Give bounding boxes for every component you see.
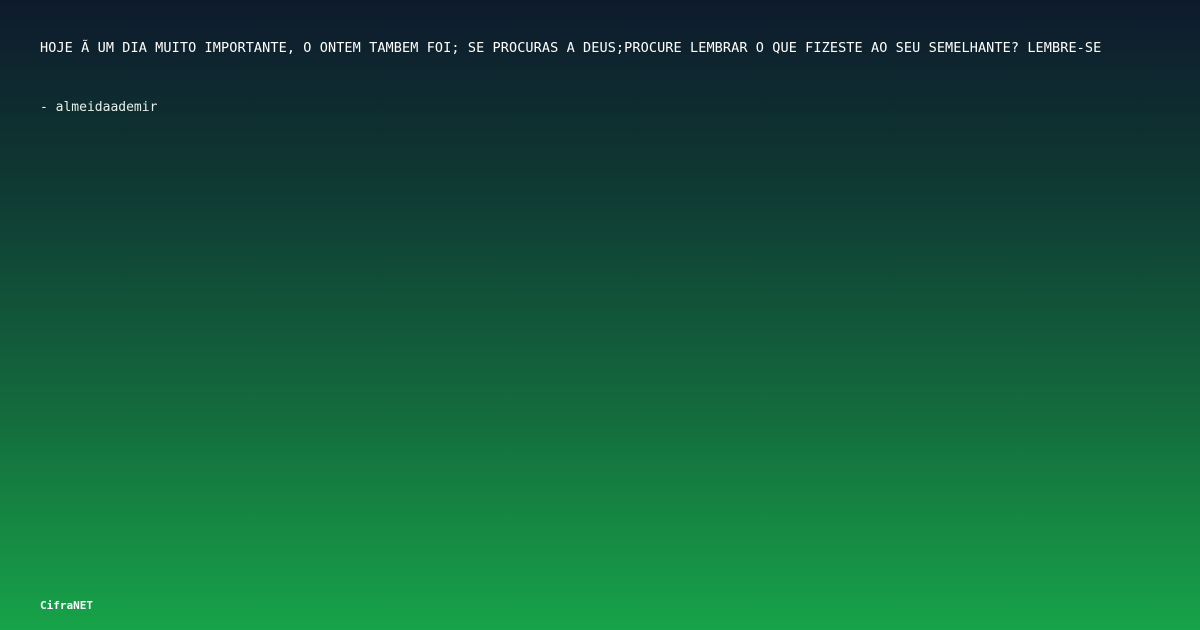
brand-logo-text: CifraNET bbox=[40, 599, 93, 612]
quote-author: - almeidaademir bbox=[40, 100, 158, 115]
quote-text: HOJE Ã UM DIA MUITO IMPORTANTE, O ONTEM … bbox=[40, 40, 1102, 56]
